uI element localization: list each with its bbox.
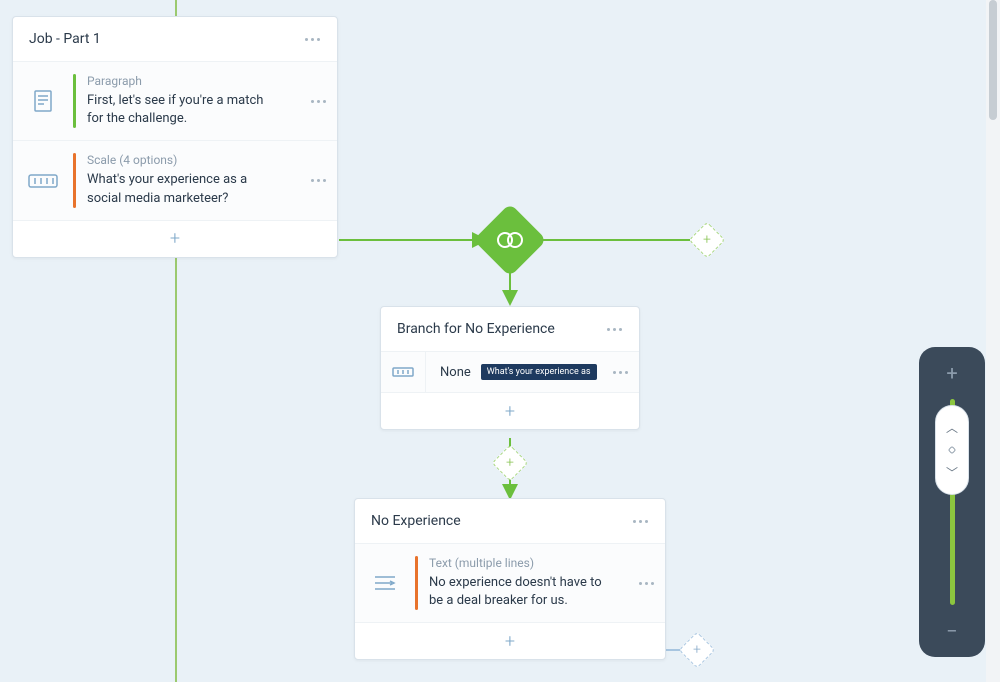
card-menu-icon[interactable] [605,327,623,331]
card-job-part-1[interactable]: Job - Part 1 Paragraph First, let's see … [12,16,338,258]
card-branch-no-experience[interactable]: Branch for No Experience None What's you… [380,306,640,430]
card-menu-icon[interactable] [303,37,321,41]
zoom-handle[interactable]: ︿ ﹀ [935,405,969,495]
branch-chip: What's your experience as [481,364,597,380]
item-menu-icon[interactable] [309,179,327,183]
add-item-bar[interactable]: + [355,623,665,659]
zoom-knob-icon [944,447,960,453]
item-text-multiline[interactable]: Text (multiple lines) No experience does… [355,544,665,623]
item-text: No experience doesn't have to be a deal … [429,574,619,610]
scroll-thumb[interactable] [989,0,997,120]
scale-icon [13,141,73,219]
item-paragraph[interactable]: Paragraph First, let's see if you're a m… [13,62,337,141]
zoom-control: + ︿ ﹀ − [919,347,985,657]
add-branch-node[interactable]: + [689,222,726,259]
card-header: Job - Part 1 [13,17,337,62]
card-title: Branch for No Experience [397,321,555,337]
item-menu-icon[interactable] [611,370,629,374]
item-text: What's your experience as a social media… [87,171,277,207]
item-scale[interactable]: Scale (4 options) What's your experience… [13,141,337,220]
card-title: Job - Part 1 [29,31,101,47]
plus-icon: + [500,631,520,651]
plus-icon: + [165,229,185,249]
zoom-track[interactable]: ︿ ﹀ [950,399,955,605]
add-item-bar[interactable]: + [13,221,337,257]
chevron-down-icon: ﹀ [946,464,958,481]
card-no-experience[interactable]: No Experience Text (multiple lines) No e… [354,498,666,660]
add-branch-node-blue[interactable]: + [679,632,716,669]
zoom-in-button[interactable]: + [919,361,985,385]
document-icon [13,62,73,140]
item-menu-icon[interactable] [309,99,327,103]
item-menu-icon[interactable] [637,581,655,585]
branch-condition-row[interactable]: None What's your experience as [381,352,639,393]
branch-value: None [440,365,471,380]
card-header: No Experience [355,499,665,544]
card-menu-icon[interactable] [631,519,649,523]
card-title: No Experience [371,513,461,529]
scale-mini-icon [381,367,425,377]
zoom-out-button[interactable]: − [919,619,985,643]
item-text: First, let's see if you're a match for t… [87,92,277,128]
textlines-icon [355,544,415,622]
plus-icon: + [500,401,520,421]
add-step-node[interactable]: + [492,445,529,482]
card-header: Branch for No Experience [381,307,639,352]
venn-icon [497,232,523,248]
item-type-label: Paragraph [87,74,277,88]
chevron-up-icon: ︿ [946,419,958,436]
logic-branch-node[interactable] [473,203,547,277]
add-condition-bar[interactable]: + [381,393,639,429]
item-type-label: Text (multiple lines) [429,556,619,570]
item-type-label: Scale (4 options) [87,153,277,167]
scrollbar[interactable] [986,0,1000,682]
